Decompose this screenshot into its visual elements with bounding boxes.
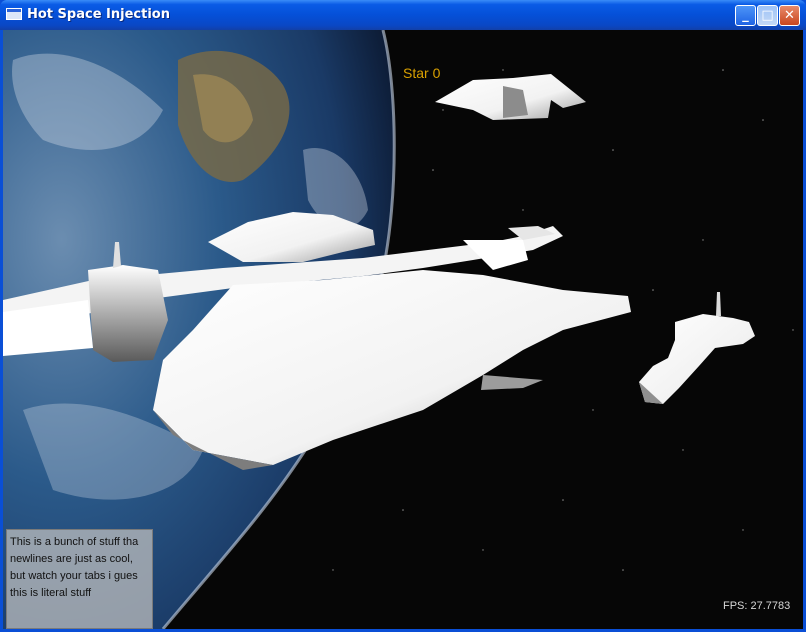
game-viewport[interactable]: Star 0 This is a bunch of stuff tha newl… (3, 30, 803, 629)
window-icon[interactable] (6, 8, 22, 20)
console-text-box: This is a bunch of stuff tha newlines ar… (6, 529, 153, 629)
title-bar[interactable]: Hot Space Injection _ □ ✕ (0, 0, 806, 30)
console-line: This is a bunch of stuff tha (10, 536, 139, 548)
cloud-ship-icon (435, 74, 586, 120)
minimize-button[interactable]: _ (735, 5, 756, 26)
star-label: Star 0 (403, 65, 441, 81)
close-button[interactable]: ✕ (779, 5, 800, 26)
app-window: Hot Space Injection _ □ ✕ Star 0 This is… (0, 0, 806, 632)
fps-counter: FPS: 27.7783 (723, 600, 791, 612)
maximize-button[interactable]: □ (757, 5, 778, 26)
window-title: Hot Space Injection (27, 7, 170, 22)
console-line: newlines are just as cool, (10, 553, 133, 565)
console-line: this is literal stuff (10, 587, 92, 599)
small-ship-icon (639, 292, 755, 404)
console-line: but watch your tabs i gues (10, 570, 138, 582)
